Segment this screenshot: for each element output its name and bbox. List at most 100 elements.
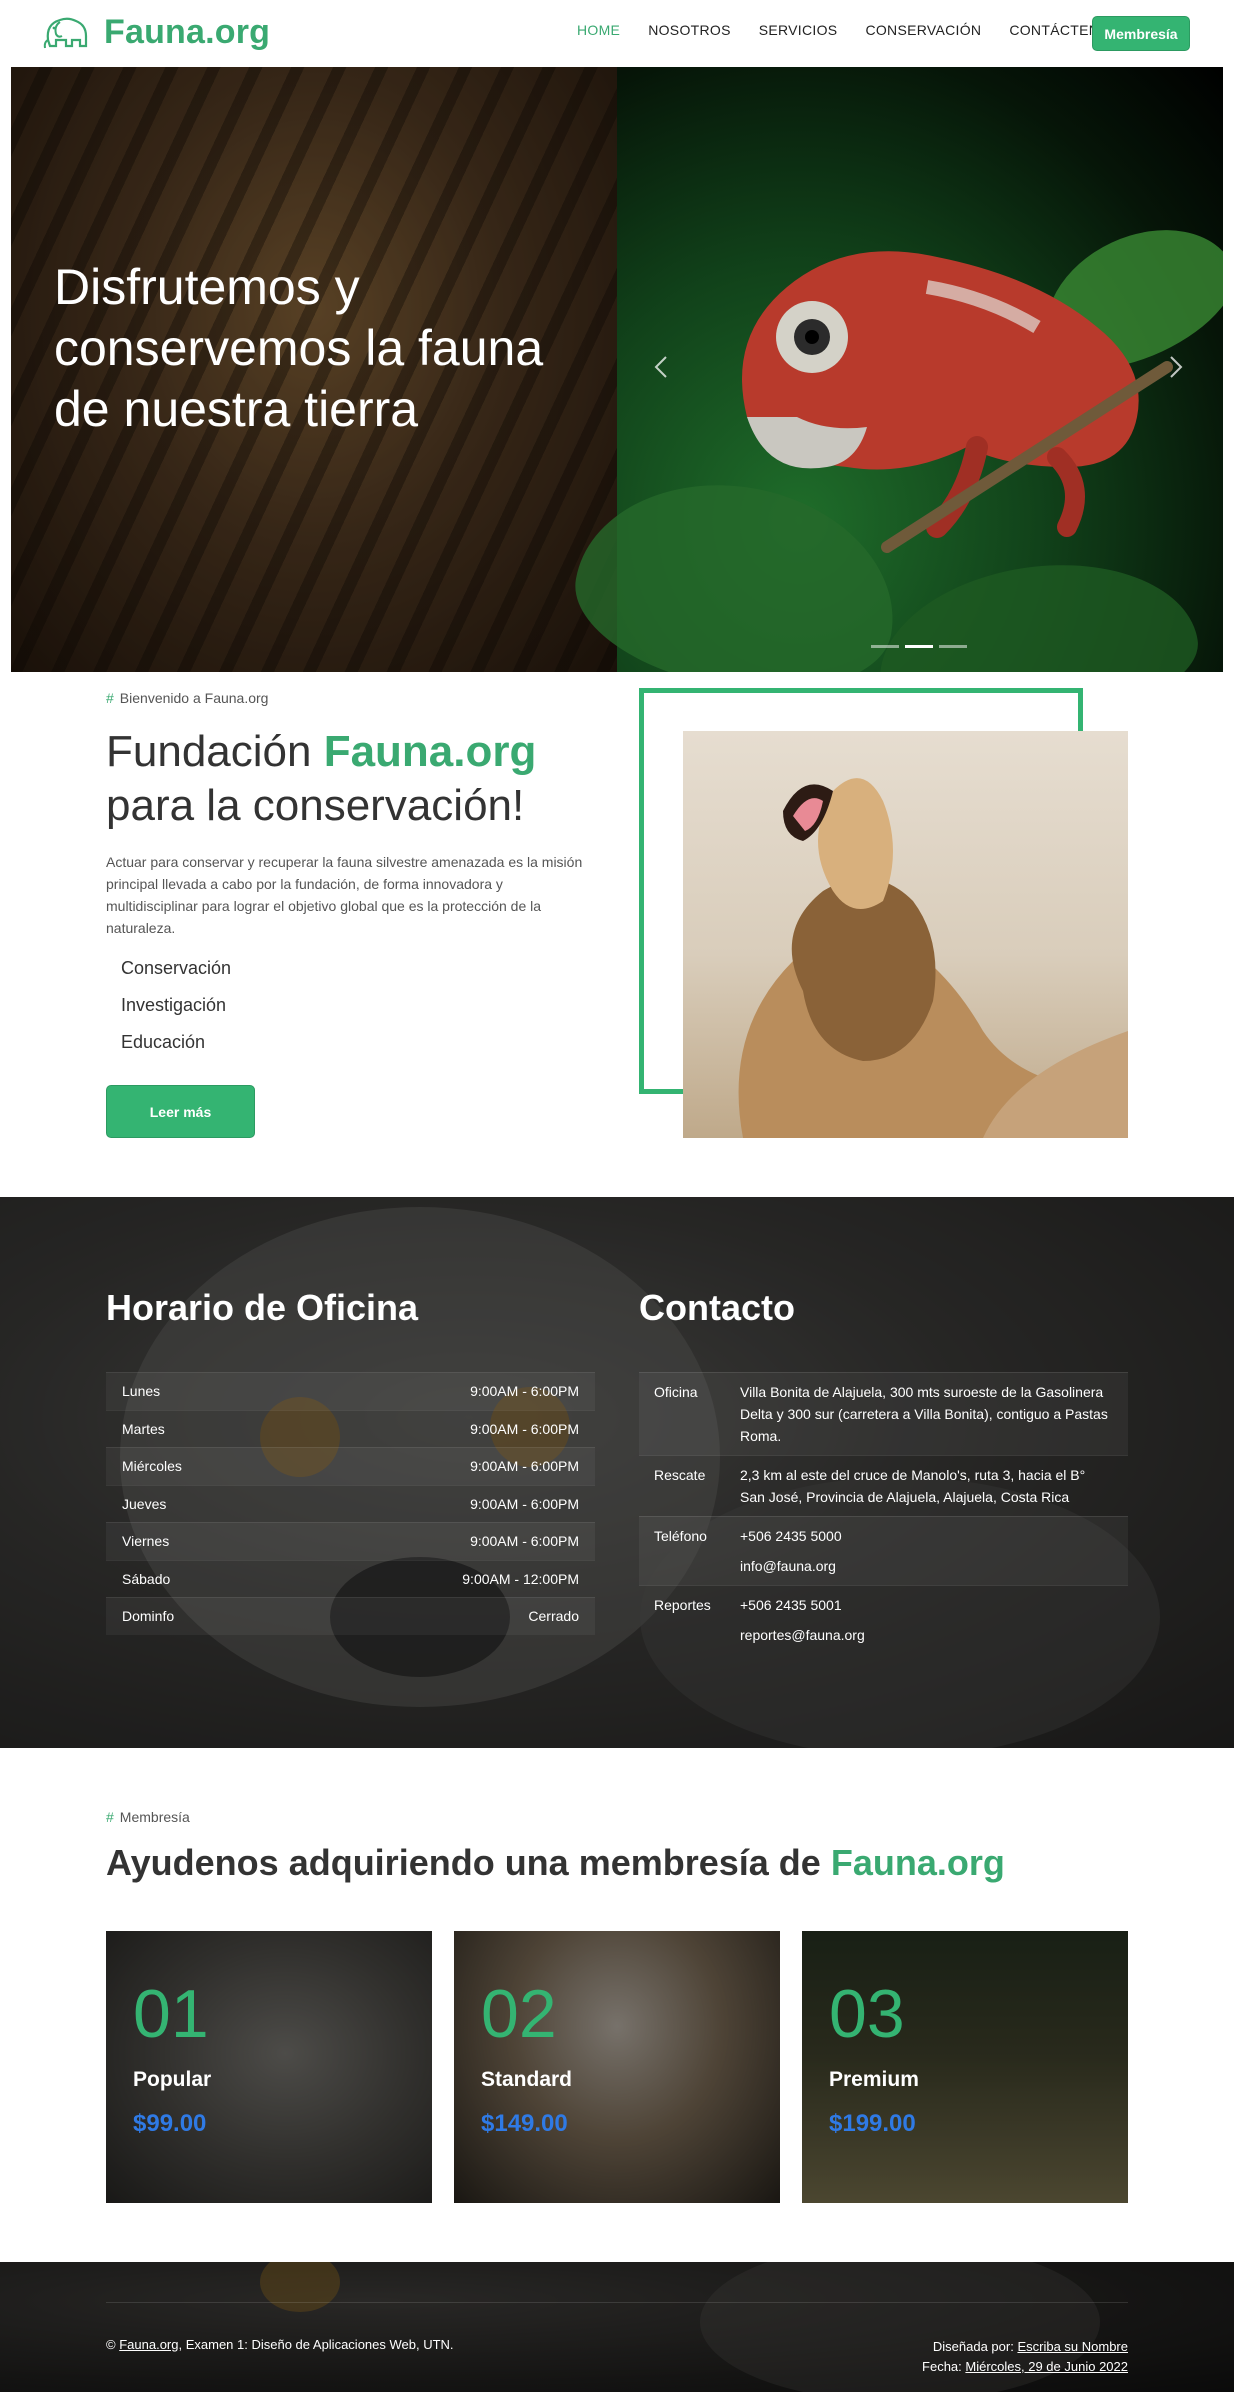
table-row: Dominfo Cerrado: [106, 1597, 595, 1635]
contact-email[interactable]: info@fauna.org: [740, 1555, 842, 1577]
designed-by-label: Diseñada por:: [932, 2339, 1018, 2354]
nav-conservacion[interactable]: CONSERVACIÓN: [865, 22, 981, 38]
table-row: Sábado 9:00AM - 12:00PM: [106, 1559, 595, 1598]
card-number: 03: [829, 1976, 905, 2052]
contact-reports-email[interactable]: reportes@fauna.org: [740, 1624, 865, 1646]
card-number: 02: [481, 1976, 557, 2052]
schedule-day: Viernes: [122, 1533, 170, 1550]
schedule-hours: 9:00AM - 6:00PM: [470, 1533, 579, 1550]
schedule-hours: 9:00AM - 6:00PM: [470, 1458, 579, 1475]
schedule-day: Jueves: [122, 1495, 167, 1512]
schedule-hours: 9:00AM - 6:00PM: [470, 1420, 579, 1437]
hero-title-line1: Disfrutemos y: [54, 259, 360, 315]
contact-label-office: Oficina: [654, 1384, 698, 1400]
contact-reports-phone[interactable]: +506 2435 5001: [740, 1594, 865, 1616]
about-title: Fundación Fauna.org para la conservación…: [106, 725, 536, 833]
contact-office-value: Villa Bonita de Alajuela, 300 mts suroes…: [740, 1384, 1108, 1444]
contact-rescue-value: 2,3 km al este del cruce de Manolo's, ru…: [740, 1467, 1086, 1505]
card-overlay: [454, 1931, 780, 2203]
hero-title-line3: de nuestra tierra: [54, 381, 419, 437]
membership-title-brand: Fauna.org: [830, 1842, 1005, 1883]
footer-credits: Diseñada por: Escriba su Nombre Fecha: M…: [922, 2337, 1128, 2377]
brand[interactable]: Fauna.org: [42, 12, 270, 52]
table-row: Lunes 9:00AM - 6:00PM: [106, 1372, 595, 1410]
about-item-conservacion: Conservación: [121, 958, 232, 978]
chameleon-illustration: [742, 251, 1173, 553]
footer-site-link[interactable]: Fauna.org: [119, 2337, 178, 2352]
card-name: Popular: [133, 2068, 212, 2091]
nav-links: HOME NOSOTROS SERVICIOS CONSERVACIÓN CON…: [577, 22, 1148, 38]
about-text: Actuar para conservar y recuperar la fau…: [106, 854, 583, 936]
designer-link[interactable]: Escriba su Nombre: [1017, 2339, 1128, 2354]
table-row: Rescate 2,3 km al este del cruce de Mano…: [639, 1455, 1128, 1516]
schedule-hours: 9:00AM - 12:00PM: [462, 1570, 579, 1587]
schedule-day: Dominfo: [122, 1608, 175, 1625]
contact-table: Oficina Villa Bonita de Alajuela, 300 mt…: [639, 1372, 1128, 1654]
contact-phone-block: +506 2435 5000 info@fauna.org: [740, 1525, 842, 1577]
card-price: $99.00: [133, 2110, 207, 2137]
contact-label-reports: Reportes: [654, 1597, 711, 1613]
nav-home[interactable]: HOME: [577, 22, 620, 38]
membership-card-premium[interactable]: 03 Premium $199.00: [802, 1931, 1128, 2203]
hero-title-line2: conservemos la fauna: [54, 320, 544, 376]
card-number: 01: [133, 1976, 209, 2052]
hash-icon: #: [106, 690, 114, 706]
contact-phone[interactable]: +506 2435 5000: [740, 1525, 842, 1547]
leaf-shape: [867, 545, 1207, 672]
hero-carousel: Disfrutemos y conservemos la fauna de nu…: [11, 67, 1223, 672]
schedule-table: Lunes 9:00AM - 6:00PM Martes 9:00AM - 6:00…: [106, 1372, 595, 1635]
about-title-brand: Fauna.org: [323, 727, 537, 776]
about-eyebrow-text: Bienvenido a Fauna.org: [119, 690, 269, 706]
nav-nosotros[interactable]: NOSOTROS: [648, 22, 731, 38]
carousel-prev-button[interactable]: [648, 353, 676, 381]
card-overlay: [802, 1931, 1128, 2203]
card-price: $149.00: [481, 2110, 568, 2137]
carousel-indicator-active[interactable]: [905, 645, 933, 648]
schedule-title: Horario de Oficina: [106, 1287, 419, 1328]
about-eyebrow: # Bienvenido a Fauna.org: [106, 690, 268, 706]
chevron-right-icon: [1170, 356, 1183, 378]
schedule-day: Martes: [122, 1420, 165, 1437]
chevron-left-icon: [654, 356, 667, 378]
chameleon-image: [562, 67, 1223, 672]
contact-label-rescue: Rescate: [654, 1467, 706, 1483]
contact-label-phone: Teléfono: [654, 1528, 707, 1544]
elephant-logo-icon: [43, 17, 88, 49]
brand-name: Fauna.org: [104, 12, 271, 51]
about-item-investigacion: Investigación: [121, 995, 227, 1015]
carousel-indicator[interactable]: [939, 645, 967, 648]
carousel-next-button[interactable]: [1161, 353, 1189, 381]
membership-title: Ayudenos adquiriendo una membresía de Fa…: [106, 1842, 1005, 1884]
membership-card-standard[interactable]: 02 Standard $149.00: [454, 1931, 780, 2203]
card-overlay: [106, 1931, 432, 2203]
table-row: Teléfono +506 2435 5000 info@fauna.org: [639, 1516, 1128, 1585]
schedule-day: Miércoles: [122, 1458, 182, 1475]
navbar: Fauna.org HOME NOSOTROS SERVICIOS CONSER…: [0, 0, 1234, 67]
read-more-button[interactable]: Leer más: [106, 1085, 255, 1138]
table-row: Oficina Villa Bonita de Alajuela, 300 mt…: [639, 1372, 1128, 1455]
table-row: Viernes 9:00AM - 6:00PM: [106, 1522, 595, 1560]
membership-eyebrow-text: Membresía: [119, 1809, 190, 1825]
schedule-day: Sábado: [122, 1570, 171, 1587]
about-title-prefix: Fundación: [106, 727, 324, 776]
table-row: Martes 9:00AM - 6:00PM: [106, 1409, 595, 1448]
date-link[interactable]: Miércoles, 29 de Junio 2022: [965, 2359, 1128, 2374]
date-label: Fecha:: [922, 2359, 966, 2374]
contact-title: Contacto: [639, 1287, 795, 1328]
footer-left-text: , Examen 1: Diseño de Aplicaciones Web, …: [178, 2337, 454, 2352]
carousel-indicator[interactable]: [871, 645, 899, 648]
card-name: Standard: [481, 2068, 573, 2091]
table-row: Miércoles 9:00AM - 6:00PM: [106, 1447, 595, 1485]
footer-divider: [106, 2302, 1128, 2303]
card-price: $199.00: [829, 2110, 916, 2137]
membership-card-popular[interactable]: 01 Popular $99.00: [106, 1931, 432, 2203]
footer: © Fauna.org, Examen 1: Diseño de Aplicac…: [0, 2262, 1234, 2392]
carousel-indicators: [871, 645, 967, 648]
about-item-educacion: Educación: [121, 1032, 206, 1052]
membership-button[interactable]: Membresía: [1092, 16, 1190, 51]
nav-servicios[interactable]: SERVICIOS: [759, 22, 838, 38]
hash-icon: #: [106, 1809, 114, 1825]
schedule-hours: 9:00AM - 6:00PM: [470, 1495, 579, 1512]
schedule-hours: 9:00AM - 6:00PM: [470, 1383, 579, 1400]
membership-title-prefix: Ayudenos adquiriendo una membresía de: [106, 1842, 831, 1883]
